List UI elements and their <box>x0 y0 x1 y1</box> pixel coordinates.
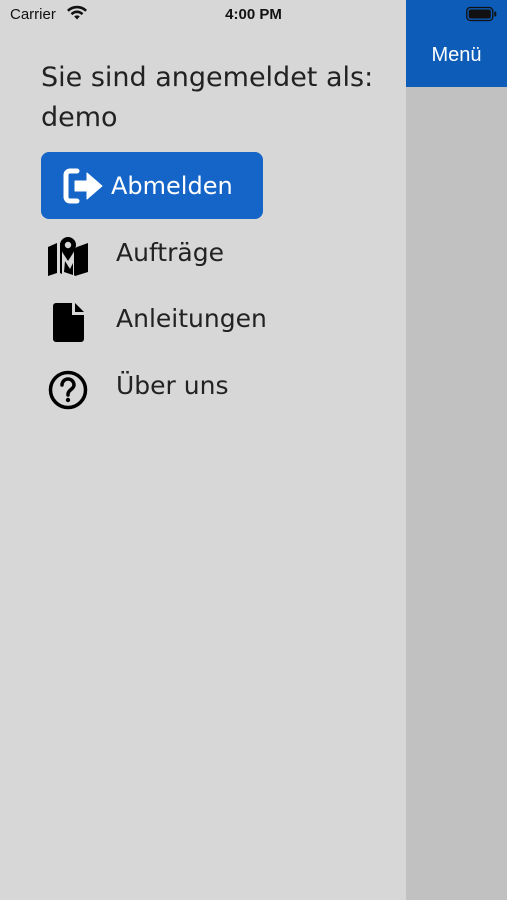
menu-item-label: Über uns <box>116 371 229 400</box>
menu-item-label: Anleitungen <box>116 304 267 333</box>
signed-in-label: Sie sind angemeldet als: <box>41 62 374 93</box>
sign-out-icon <box>63 168 103 204</box>
menu-item-label: Aufträge <box>116 238 224 267</box>
menu-item-auftraege[interactable]: Aufträge <box>41 228 391 278</box>
menu-item-ueber-uns[interactable]: Über uns <box>41 361 391 411</box>
battery-icon <box>466 6 497 22</box>
main-content-pane[interactable] <box>406 0 507 900</box>
logout-button[interactable]: Abmelden <box>41 152 263 219</box>
logout-label: Abmelden <box>111 172 233 200</box>
menu-item-anleitungen[interactable]: Anleitungen <box>41 294 391 344</box>
status-bar: Carrier 4:00 PM <box>0 0 507 30</box>
menu-button[interactable]: Menü <box>406 44 507 67</box>
document-icon <box>53 303 84 342</box>
map-marker-icon <box>48 237 88 276</box>
signed-in-text: Sie sind angemeldet als: demo <box>41 58 391 138</box>
question-circle-icon <box>48 370 88 410</box>
clock: 4:00 PM <box>225 6 282 23</box>
username: demo <box>41 102 118 133</box>
